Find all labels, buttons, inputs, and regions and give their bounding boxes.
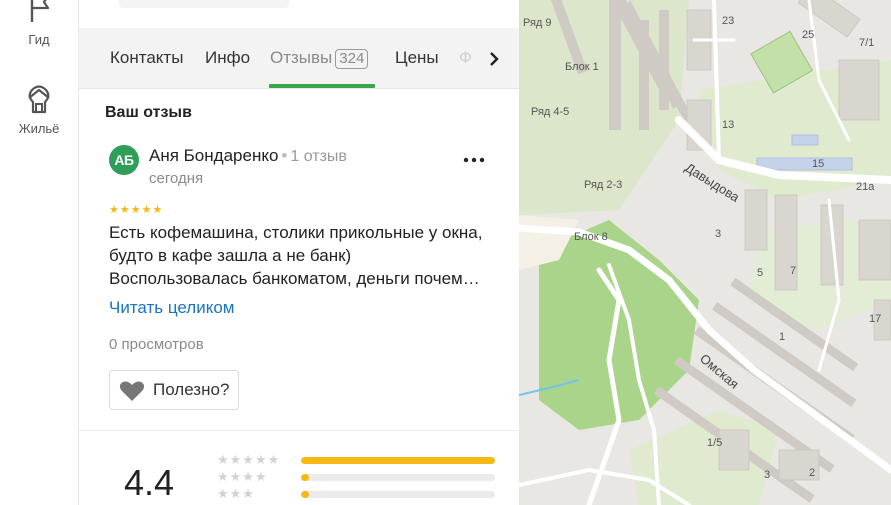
- dist-bar-5: [301, 457, 495, 464]
- dist-fill-3: [301, 491, 309, 498]
- rail-housing-button[interactable]: Жильё: [0, 84, 78, 136]
- tab-photo[interactable]: Ф: [459, 48, 472, 68]
- map-label-row45: Ряд 4-5: [531, 106, 569, 118]
- read-more-link[interactable]: Читать целиком: [109, 298, 235, 318]
- tab-reviews-label: Отзывы: [270, 48, 333, 67]
- tabs-bar: Контакты Инфо Отзывы 324 Цены Ф: [79, 28, 519, 89]
- rail-guide-label: Гид: [28, 32, 50, 47]
- tab-info[interactable]: Инфо: [205, 48, 250, 68]
- map-label-b1: 1: [779, 331, 785, 343]
- place-card-panel: Контакты Инфо Отзывы 324 Цены Ф Ваш отзыв…: [79, 0, 519, 505]
- rail-guide-button[interactable]: Гид: [0, 0, 78, 47]
- rating-dist-row-5: ★★★★★: [217, 453, 497, 467]
- map-label-b13: 13: [722, 119, 734, 131]
- author-name[interactable]: Аня Бондаренко: [149, 146, 278, 165]
- separator-dot: •: [281, 146, 288, 165]
- rail-housing-label: Жильё: [18, 121, 60, 136]
- section-title: Ваш отзыв: [105, 104, 192, 121]
- rating-dist-row-4: ★★★★: [217, 470, 497, 484]
- heart-icon: [119, 381, 145, 401]
- map-label-block1: Блок 1: [565, 61, 599, 73]
- tab-reviews[interactable]: Отзывы 324: [270, 48, 369, 69]
- review-author-line: Аня Бондаренко • 1 отзыв: [149, 146, 347, 166]
- dist-stars-3: ★★★: [217, 486, 255, 501]
- flag-icon: [30, 0, 50, 22]
- map-canvas[interactable]: Ряд 9 Блок 1 Ряд 4-5 Ряд 2-3 Блок 8 23 2…: [519, 0, 891, 505]
- author-review-count: 1 отзыв: [290, 148, 347, 165]
- dist-fill-4: [301, 474, 309, 481]
- review-views: 0 просмотров: [109, 336, 204, 353]
- dist-stars-5: ★★★★★: [217, 452, 281, 467]
- dist-bar-3: [301, 491, 495, 498]
- divider: [79, 430, 519, 431]
- tabs-next-button[interactable]: [479, 44, 509, 74]
- map-label-row9: Ряд 9: [523, 17, 552, 29]
- dist-bar-4: [301, 474, 495, 481]
- map-label-b3: 3: [715, 228, 721, 240]
- review-date: сегодня: [149, 170, 204, 187]
- top-strip: [79, 0, 519, 28]
- map-label-b2: 2: [809, 467, 815, 479]
- map-label-b17: 17: [869, 313, 881, 325]
- rating-dist-row-3: ★★★: [217, 487, 497, 501]
- review-text: Есть кофемашина, столики прикольные у ок…: [109, 223, 483, 288]
- map-label-b15: 15: [812, 158, 824, 170]
- reviews-count-badge: 324: [335, 49, 369, 69]
- helpful-button[interactable]: Полезно?: [109, 370, 239, 410]
- map-label-block8: Блок 8: [574, 231, 608, 243]
- house-pin-icon: [28, 85, 50, 114]
- map-label-b25: 25: [802, 29, 814, 41]
- map-label-b7: 7: [790, 265, 796, 277]
- dist-stars-4: ★★★★: [217, 469, 268, 484]
- map-label-b23: 23: [722, 15, 734, 27]
- more-options-button[interactable]: [459, 148, 489, 172]
- map-view[interactable]: Ряд 9 Блок 1 Ряд 4-5 Ряд 2-3 Блок 8 23 2…: [519, 0, 891, 505]
- map-label-b3b: 3: [764, 469, 770, 481]
- more-dots-icon: [463, 157, 485, 163]
- helpful-label: Полезно?: [153, 380, 230, 399]
- dist-fill-5: [301, 457, 495, 464]
- tab-prices[interactable]: Цены: [395, 48, 439, 68]
- map-label-b15b: 1/5: [707, 437, 722, 449]
- active-tab-indicator: [269, 84, 375, 88]
- review-stars: ★★★★★: [109, 204, 164, 216]
- left-rail: Гид Жильё: [0, 0, 79, 505]
- map-label-b21a: 21а: [856, 181, 875, 193]
- chevron-right-icon: [490, 52, 499, 66]
- map-label-b71: 7/1: [859, 37, 874, 49]
- map-label-b5: 5: [757, 267, 763, 279]
- avatar[interactable]: АБ: [109, 145, 139, 175]
- tab-contacts[interactable]: Контакты: [110, 48, 183, 68]
- rating-value: 4.4: [124, 462, 175, 503]
- map-label-row23: Ряд 2-3: [584, 179, 622, 191]
